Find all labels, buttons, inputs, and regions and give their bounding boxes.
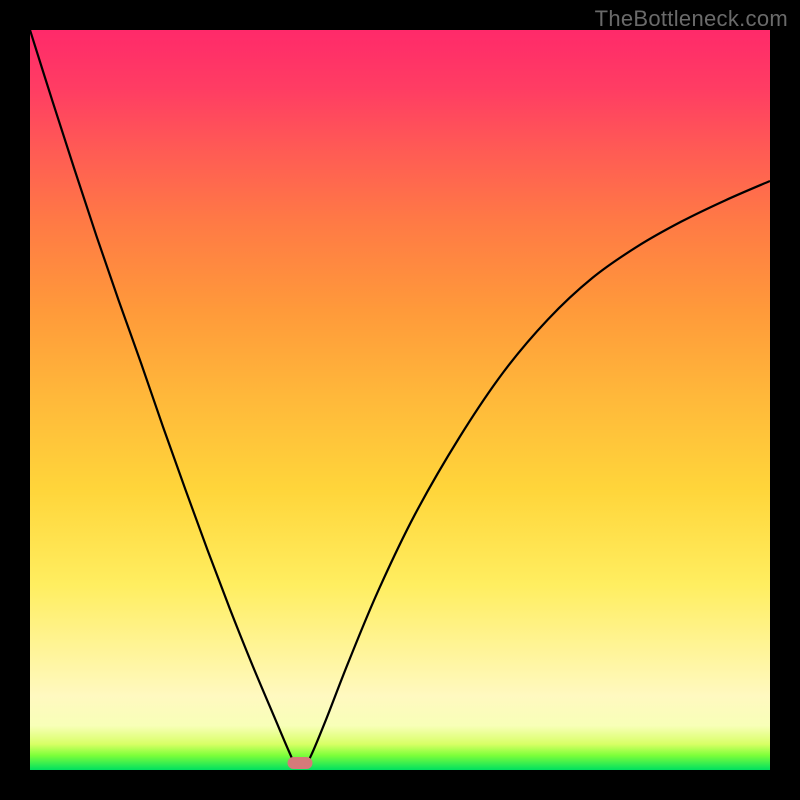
curve-svg [30, 30, 770, 770]
minimum-marker [288, 757, 313, 769]
bottleneck-curve [30, 30, 770, 768]
plot-area [30, 30, 770, 770]
chart-stage: TheBottleneck.com [0, 0, 800, 800]
watermark-text: TheBottleneck.com [595, 6, 788, 32]
